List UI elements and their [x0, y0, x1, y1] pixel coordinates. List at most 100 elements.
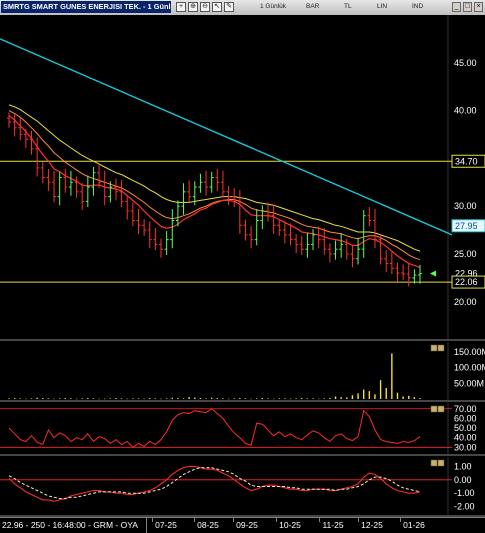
date-tick: [319, 518, 320, 522]
volume-bar: [36, 397, 38, 399]
volume-axis-tick-label: 100.00M: [454, 363, 485, 373]
date-tick: [276, 518, 277, 522]
volume-bar: [222, 398, 224, 399]
volume-bar: [216, 398, 219, 399]
oscillator-pane-settings-button[interactable]: [430, 405, 438, 413]
volume-bar: [396, 392, 399, 399]
minimize-button[interactable]: _: [452, 2, 461, 12]
volume-bar: [323, 398, 325, 399]
volume-bar: [115, 398, 117, 399]
volume-bar: [30, 398, 33, 399]
volume-bar: [272, 398, 275, 400]
volume-bar: [126, 398, 128, 400]
volume-bar: [87, 398, 89, 399]
volume-bar: [205, 398, 207, 399]
date-tick: [400, 518, 401, 522]
close-button[interactable]: ×: [474, 2, 483, 12]
volume-bar: [13, 398, 16, 399]
volume-bar: [368, 391, 371, 399]
window-titlebar: SMRTG SMART GUNES ENERJISI TEK. - 1 Günl…: [0, 0, 485, 16]
volume-bar: [47, 398, 50, 399]
period-selector[interactable]: 1 Günlük: [260, 2, 286, 12]
volume-bar: [301, 398, 303, 399]
volume-bar: [165, 398, 168, 399]
volume-bar: [419, 398, 421, 399]
volume-pane-settings-button[interactable]: [430, 344, 438, 352]
status-bar: 22.96 - 250 - 16:48:00 - GRM - OYA 07-25…: [0, 517, 485, 533]
volume-bar: [250, 398, 252, 400]
zoom-out-icon[interactable]: ⊖: [200, 2, 210, 12]
oscillator-pane-close-button[interactable]: [437, 405, 445, 413]
volume-bar: [317, 398, 320, 400]
macd-pane-settings-button[interactable]: [430, 459, 438, 467]
volume-pane[interactable]: 50.00M 100.00M 150.00M: [0, 342, 485, 402]
volume-bar: [188, 397, 190, 399]
oscillator-pane[interactable]: 30.0040.0050.0060.0070.00: [0, 403, 485, 456]
cursor-icon[interactable]: ↖: [212, 2, 222, 12]
macd-axis-tick-label: -2.00: [454, 502, 475, 512]
chart-style-selector[interactable]: BAR: [306, 2, 319, 12]
macd-pane-background: [0, 457, 485, 516]
volume-bar: [137, 398, 140, 399]
volume-bar: [149, 398, 151, 399]
oscillator-axis-tick-label: 30.00: [454, 442, 477, 452]
zoom-in-icon[interactable]: ⊕: [188, 2, 198, 12]
volume-bar: [362, 389, 365, 399]
volume-bar: [120, 398, 123, 399]
macd-pane[interactable]: 1.00 0.00 -1.00 -2.00: [0, 457, 485, 517]
volume-bar: [104, 398, 106, 400]
oscillator-axis-tick-label: 70.00: [454, 404, 477, 414]
volume-bar: [306, 398, 309, 399]
volume-bar: [233, 398, 235, 399]
maximize-button[interactable]: □: [463, 2, 472, 12]
macd-axis-tick-label: 1.00: [454, 461, 472, 471]
date-tick: [358, 518, 359, 522]
price-axis-tick-label: 20.00: [454, 297, 477, 307]
volume-bar: [75, 398, 78, 400]
price-tag-label: 27.95: [455, 221, 478, 231]
price-axis-tick-label: 25.00: [454, 249, 477, 259]
volume-bar: [177, 398, 179, 399]
volume-bar: [182, 398, 185, 399]
volume-bar: [256, 398, 258, 399]
volume-bar: [329, 398, 331, 399]
volume-bar: [210, 397, 213, 399]
currency-selector[interactable]: TL: [344, 2, 352, 12]
volume-bar: [199, 398, 202, 399]
date-axis-label: 08-25: [197, 520, 219, 530]
oscillator-axis-tick-label: 60.00: [454, 413, 477, 423]
volume-axis-tick-label: 50.00M: [454, 378, 484, 388]
volume-bar: [391, 353, 393, 399]
volume-bar: [70, 398, 72, 399]
macd-axis-tick-label: -1.00: [454, 488, 475, 498]
date-axis-label: 09-25: [236, 520, 258, 530]
volume-bar: [346, 397, 348, 399]
crosshair-icon[interactable]: +: [176, 2, 186, 12]
volume-bar: [402, 396, 404, 399]
volume-bar: [227, 398, 230, 400]
volume-bar: [160, 398, 162, 400]
volume-bar: [284, 398, 286, 399]
volume-bar: [194, 397, 196, 399]
draw-icon[interactable]: ✎: [224, 2, 234, 12]
volume-bar: [64, 398, 67, 399]
volume-bar: [289, 398, 292, 400]
volume-bar: [58, 398, 61, 399]
macd-axis-tick-label: 0.00: [454, 475, 472, 485]
volume-bar: [267, 398, 269, 399]
volume-bar: [379, 380, 382, 399]
scale-selector[interactable]: LIN: [377, 2, 387, 12]
volume-bar: [81, 398, 83, 399]
date-axis-label: 11-25: [322, 520, 344, 530]
volume-pane-close-button[interactable]: [437, 344, 445, 352]
chart-area[interactable]: 20.0025.0030.0035.0040.0045.0034.7027.95…: [0, 15, 485, 517]
volume-bar: [334, 396, 337, 399]
macd-pane-close-button[interactable]: [437, 459, 445, 467]
volume-bar: [98, 398, 100, 400]
date-tick: [194, 518, 195, 522]
price-pane[interactable]: 20.0025.0030.0035.0040.0045.0034.7027.95…: [0, 15, 485, 341]
volume-bar: [278, 398, 280, 399]
oscillator-axis-tick-label: 50.00: [454, 423, 477, 433]
indicator-selector[interactable]: IND: [412, 2, 423, 12]
volume-bar: [351, 395, 354, 399]
